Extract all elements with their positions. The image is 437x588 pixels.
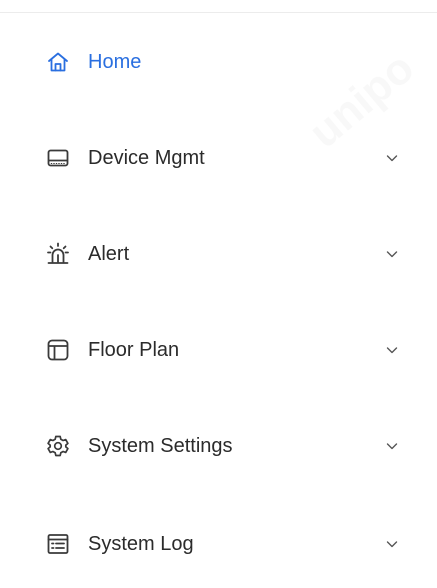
log-icon	[46, 532, 70, 556]
sidebar-item-home[interactable]: Home	[0, 32, 437, 92]
floor-plan-icon	[46, 338, 70, 362]
sidebar-item-device-mgmt[interactable]: Device Mgmt	[0, 128, 437, 188]
sidebar-menu: Home Device Mgmt Alert Floor Plan System…	[0, 0, 437, 588]
sidebar-item-system-log[interactable]: System Log	[0, 514, 437, 574]
gear-icon	[46, 434, 70, 458]
sidebar-item-floor-plan[interactable]: Floor Plan	[0, 320, 437, 380]
sidebar-item-label: System Settings	[88, 435, 233, 457]
sidebar-item-system-settings[interactable]: System Settings	[0, 416, 437, 476]
sidebar-item-label: Floor Plan	[88, 339, 180, 361]
device-icon	[46, 146, 70, 170]
alarm-light-icon	[46, 242, 70, 266]
chevron-down-icon[interactable]	[384, 438, 400, 454]
sidebar-item-label: Alert	[88, 243, 130, 265]
sidebar-item-label: Home	[88, 51, 142, 73]
chevron-down-icon[interactable]	[384, 150, 400, 166]
sidebar-item-alert[interactable]: Alert	[0, 224, 437, 284]
home-icon	[46, 50, 70, 74]
sidebar-item-label: Device Mgmt	[88, 147, 205, 169]
sidebar-item-label: System Log	[88, 533, 194, 555]
chevron-down-icon[interactable]	[384, 536, 400, 552]
chevron-down-icon[interactable]	[384, 246, 400, 262]
chevron-down-icon[interactable]	[384, 342, 400, 358]
